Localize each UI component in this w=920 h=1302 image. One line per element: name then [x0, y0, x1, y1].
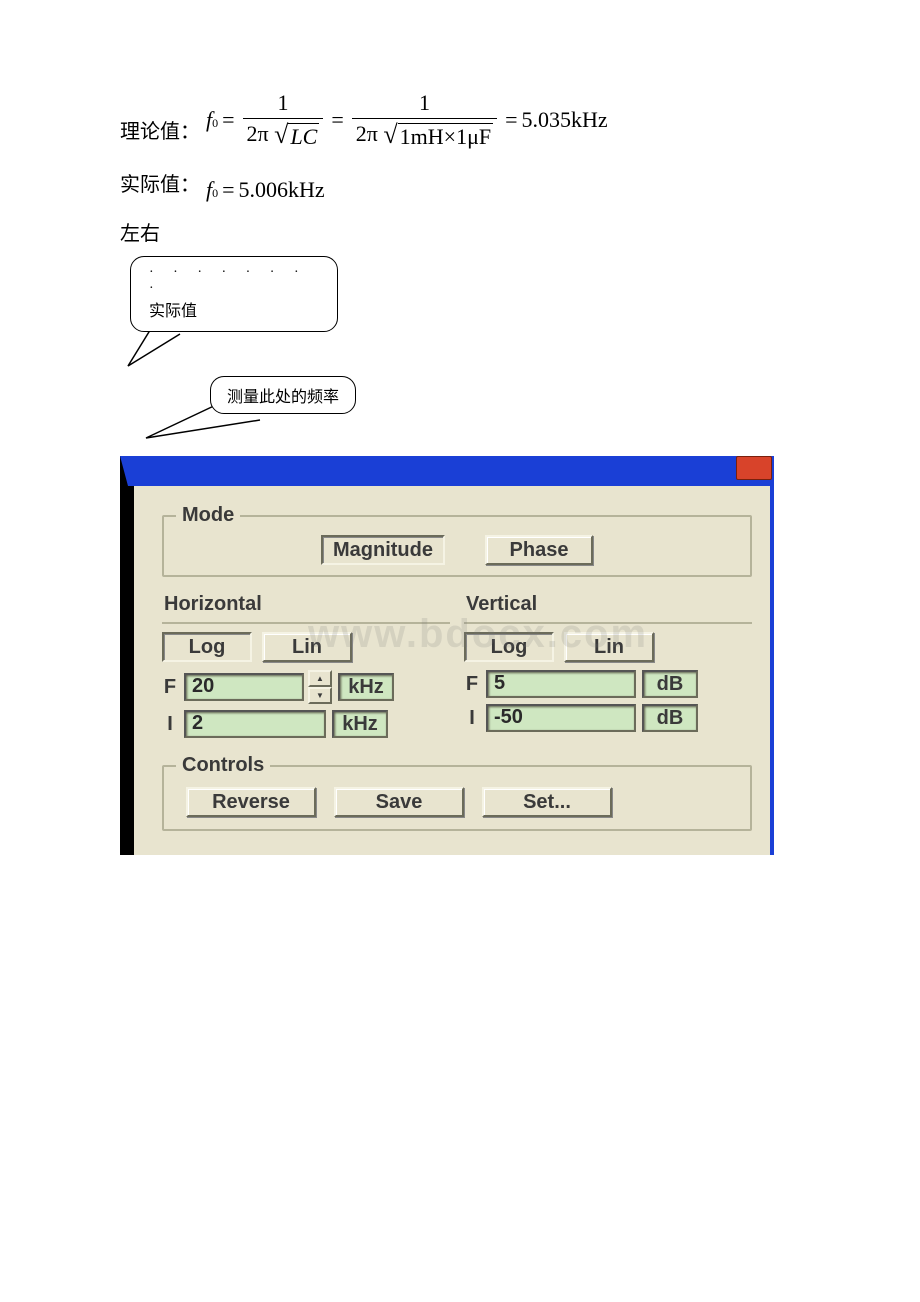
bode-settings-window: www.bdocx.com Mode Magnitude Phase Horiz… [120, 456, 774, 855]
vertical-F-unit: dB [642, 670, 698, 698]
theory-label: 理论值： [120, 115, 200, 150]
actual-label: 实际值： [120, 168, 200, 203]
vertical-F-input[interactable]: 5 [486, 670, 636, 698]
horizontal-I-label: I [162, 713, 178, 736]
controls-group: Controls Reverse Save Set... [162, 754, 752, 831]
callouts-area: · · · · · · · · 实际值 测量此处的频率 [120, 256, 800, 436]
callout-measure-freq: 测量此处的频率 [210, 376, 356, 414]
magnitude-button[interactable]: Magnitude [321, 535, 445, 565]
callout-dots: · · · · · · · · [149, 265, 319, 297]
horizontal-F-unit: kHz [338, 673, 394, 701]
vertical-group: Vertical Log Lin F 5 dB I -50 dB [464, 587, 752, 744]
spinner-up-icon[interactable]: ▲ [308, 670, 332, 687]
spinner-down-icon[interactable]: ▼ [308, 687, 332, 704]
horizontal-F-spinner[interactable]: ▲ ▼ [308, 670, 332, 704]
actual-value-line: 实际值： f0 = 5.006kHz [120, 168, 800, 203]
save-button[interactable]: Save [334, 787, 464, 817]
horizontal-title: Horizontal [164, 593, 450, 616]
close-icon[interactable] [736, 456, 772, 480]
mode-legend: Mode [176, 504, 240, 527]
set-button[interactable]: Set... [482, 787, 612, 817]
controls-legend: Controls [176, 754, 270, 777]
vertical-title: Vertical [466, 593, 752, 616]
theory-formula: f0 = 1 2π √LC = 1 2π √1mH×1μF = 5.035k [206, 90, 608, 150]
phase-button[interactable]: Phase [485, 535, 593, 565]
vertical-lin-button[interactable]: Lin [564, 632, 654, 662]
callout-actual-value: · · · · · · · · 实际值 [130, 256, 338, 332]
theory-value-line: 理论值： f0 = 1 2π √LC = 1 2π √1mH×1μF [120, 90, 800, 150]
horizontal-I-unit: kHz [332, 710, 388, 738]
reverse-button[interactable]: Reverse [186, 787, 316, 817]
horizontal-F-label: F [162, 676, 178, 699]
horizontal-group: Horizontal Log Lin F 20 ▲ ▼ kHz [162, 587, 450, 744]
horizontal-log-button[interactable]: Log [162, 632, 252, 662]
callout-actual-text: 实际值 [149, 297, 319, 321]
actual-formula: f0 = 5.006kHz [206, 177, 325, 203]
vertical-I-input[interactable]: -50 [486, 704, 636, 732]
horizontal-I-input[interactable]: 2 [184, 710, 326, 738]
mode-group: Mode Magnitude Phase [162, 504, 752, 577]
vertical-log-button[interactable]: Log [464, 632, 554, 662]
vertical-I-label: I [464, 707, 480, 730]
approx-line: 左右 [120, 217, 800, 246]
horizontal-lin-button[interactable]: Lin [262, 632, 352, 662]
vertical-I-unit: dB [642, 704, 698, 732]
horizontal-F-input[interactable]: 20 [184, 673, 304, 701]
vertical-F-label: F [464, 673, 480, 696]
